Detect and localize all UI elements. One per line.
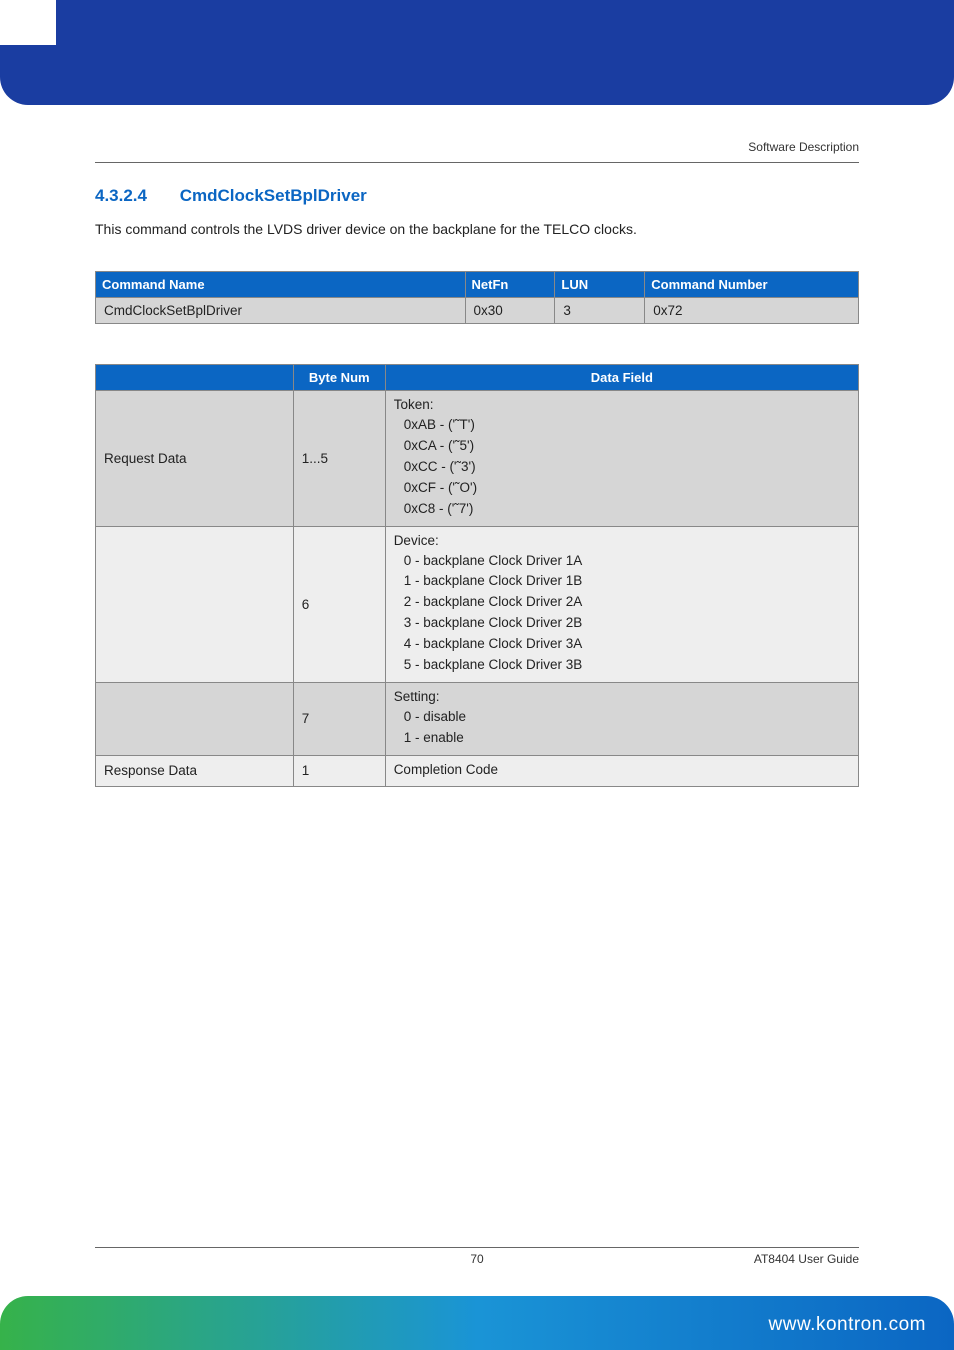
data-field-item: 2 - backplane Clock Driver 2A bbox=[394, 592, 850, 613]
data-field-item: 0xCC - ('˜3') bbox=[394, 457, 850, 478]
data-field-heading: Setting: bbox=[394, 689, 850, 704]
cell-section-label: Request Data bbox=[96, 390, 294, 526]
section-number: 4.3.2.4 bbox=[95, 186, 147, 206]
cell-data-field: Completion Code bbox=[385, 755, 858, 786]
data-field-item: 5 - backplane Clock Driver 3B bbox=[394, 655, 850, 676]
header-rule bbox=[95, 162, 859, 163]
cell-command-name: CmdClockSetBplDriver bbox=[96, 297, 466, 323]
data-field-item: 0xCA - ('˜5') bbox=[394, 436, 850, 457]
table-row: Response Data1 Completion Code bbox=[96, 755, 859, 786]
table-row: 6 Device: 0 - backplane Clock Driver 1A1 -… bbox=[96, 526, 859, 683]
cell-data-field: Setting: 0 - disable1 - enable bbox=[385, 683, 858, 756]
data-field-item: 3 - backplane Clock Driver 2B bbox=[394, 613, 850, 634]
th-netfn: NetFn bbox=[465, 271, 555, 297]
cell-byte-num: 6 bbox=[293, 526, 385, 683]
th-data-field: Data Field bbox=[385, 364, 858, 390]
section-heading: 4.3.2.4 CmdClockSetBplDriver bbox=[95, 186, 859, 206]
footer-rule bbox=[95, 1247, 859, 1248]
data-field-item: 0xAB - ('˜T') bbox=[394, 415, 850, 436]
cell-section-label: Response Data bbox=[96, 755, 294, 786]
data-field-table: Byte Num Data Field Request Data1...5Tok… bbox=[95, 364, 859, 787]
th-byte-num: Byte Num bbox=[293, 364, 385, 390]
footer-url: www.kontron.com bbox=[769, 1314, 926, 1336]
data-field-item: 1 - backplane Clock Driver 1B bbox=[394, 571, 850, 592]
guide-label: AT8404 User Guide bbox=[754, 1252, 859, 1266]
th-blank bbox=[96, 364, 294, 390]
cell-netfn: 0x30 bbox=[465, 297, 555, 323]
table-row: Request Data1...5 Token: 0xAB - ('˜T')0xCA… bbox=[96, 390, 859, 526]
th-command-number: Command Number bbox=[645, 271, 859, 297]
cell-section-label bbox=[96, 683, 294, 756]
data-field-item: 0 - backplane Clock Driver 1A bbox=[394, 551, 850, 572]
chapter-label: Software Description bbox=[748, 140, 859, 154]
cell-data-field: Token: 0xAB - ('˜T')0xCA - ('˜5')0xCC - (… bbox=[385, 390, 858, 526]
data-field-heading: Completion Code bbox=[394, 762, 850, 777]
data-field-heading: Device: bbox=[394, 533, 850, 548]
bottom-gradient-bar: www.kontron.com bbox=[0, 1296, 954, 1350]
cell-lun: 3 bbox=[555, 297, 645, 323]
cell-data-field: Device: 0 - backplane Clock Driver 1A1 - … bbox=[385, 526, 858, 683]
th-lun: LUN bbox=[555, 271, 645, 297]
data-field-item: 0xCF - ('˜O') bbox=[394, 478, 850, 499]
cell-byte-num: 7 bbox=[293, 683, 385, 756]
cell-command-number: 0x72 bbox=[645, 297, 859, 323]
table-row: 7 Setting: 0 - disable1 - enable bbox=[96, 683, 859, 756]
data-field-item: 4 - backplane Clock Driver 3A bbox=[394, 634, 850, 655]
section-title: CmdClockSetBplDriver bbox=[180, 186, 367, 205]
data-field-heading: Token: bbox=[394, 397, 850, 412]
cell-section-label bbox=[96, 526, 294, 683]
data-field-item: 0 - disable bbox=[394, 707, 850, 728]
top-left-white-notch bbox=[0, 0, 56, 45]
intro-paragraph: This command controls the LVDS driver de… bbox=[95, 220, 859, 239]
data-field-item: 0xC8 - ('˜7') bbox=[394, 499, 850, 520]
top-blue-banner bbox=[0, 0, 954, 105]
table-row: CmdClockSetBplDriver 0x30 3 0x72 bbox=[96, 297, 859, 323]
th-command-name: Command Name bbox=[96, 271, 466, 297]
cell-byte-num: 1...5 bbox=[293, 390, 385, 526]
cell-byte-num: 1 bbox=[293, 755, 385, 786]
data-field-item: 1 - enable bbox=[394, 728, 850, 749]
command-summary-table: Command Name NetFn LUN Command Number Cm… bbox=[95, 271, 859, 324]
